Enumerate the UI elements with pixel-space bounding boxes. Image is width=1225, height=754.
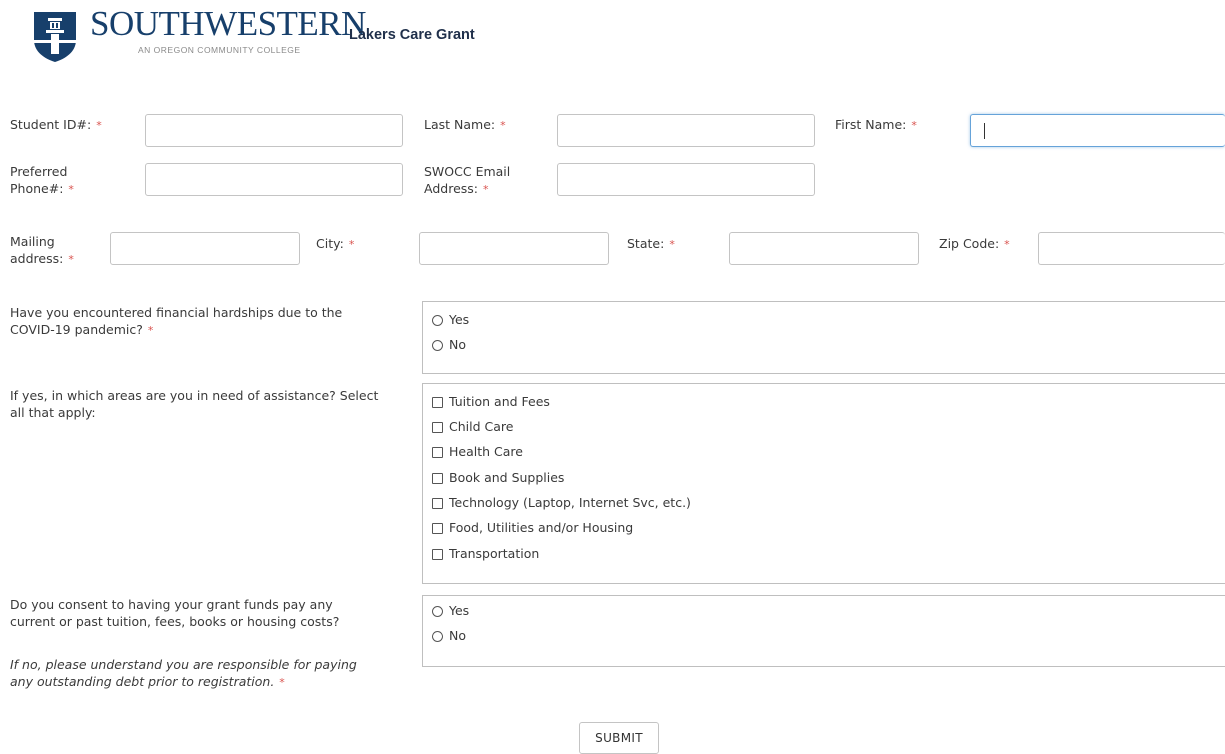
page-title: Lakers Care Grant: [349, 27, 475, 43]
radio-icon[interactable]: [432, 339, 443, 351]
assistance-child-care-checkbox[interactable]: Child Care: [432, 418, 513, 436]
mailing-address-label: Mailing address: *: [10, 234, 74, 266]
assistance-transportation-checkbox[interactable]: Transportation: [432, 545, 539, 563]
last-name-label: Last Name: *: [424, 117, 506, 132]
hardship-yes-radio[interactable]: Yes: [432, 311, 469, 329]
zip-code-input[interactable]: [1038, 232, 1225, 265]
consent-note: If no, please understand you are respons…: [10, 657, 357, 689]
consent-options: Yes No: [422, 595, 1225, 667]
assistance-options: Tuition and Fees Child Care Health Care …: [422, 383, 1225, 584]
consent-yes-radio[interactable]: Yes: [432, 602, 469, 620]
state-label: State: *: [627, 236, 675, 251]
student-id-label: Student ID#: *: [10, 117, 102, 132]
last-name-input[interactable]: [557, 114, 815, 147]
consent-no-radio[interactable]: No: [432, 627, 466, 645]
assistance-question: If yes, in which areas are you in need o…: [10, 388, 379, 420]
hardship-no-radio[interactable]: No: [432, 336, 466, 354]
brand-name: SOUTHWESTERN: [90, 4, 366, 43]
email-input[interactable]: [557, 163, 815, 196]
student-id-input[interactable]: [145, 114, 403, 147]
mailing-address-input[interactable]: [110, 232, 300, 265]
consent-question: Do you consent to having your grant fund…: [10, 597, 340, 629]
email-label: SWOCC Email Address: *: [424, 164, 511, 196]
zip-code-label: Zip Code: *: [939, 236, 1010, 251]
checkbox-icon[interactable]: [432, 522, 443, 534]
radio-icon[interactable]: [432, 314, 443, 326]
checkbox-icon[interactable]: [432, 446, 443, 458]
assistance-housing-checkbox[interactable]: Food, Utilities and/or Housing: [432, 519, 633, 537]
city-input[interactable]: [419, 232, 609, 265]
phone-input[interactable]: [145, 163, 403, 196]
hardship-question: Have you encountered financial hardships…: [10, 305, 343, 337]
first-name-input[interactable]: [970, 114, 1225, 147]
checkbox-icon[interactable]: [432, 396, 443, 408]
lighthouse-shield-icon: [32, 12, 78, 62]
radio-icon[interactable]: [432, 605, 443, 617]
radio-icon[interactable]: [432, 630, 443, 642]
city-label: City: *: [316, 236, 355, 251]
state-input[interactable]: [729, 232, 919, 265]
phone-label: Preferred Phone#: *: [10, 164, 74, 196]
checkbox-icon[interactable]: [432, 472, 443, 484]
assistance-books-checkbox[interactable]: Book and Supplies: [432, 469, 564, 487]
first-name-label: First Name: *: [835, 117, 917, 132]
text-caret: [984, 123, 985, 139]
checkbox-icon[interactable]: [432, 497, 443, 509]
assistance-health-care-checkbox[interactable]: Health Care: [432, 443, 523, 461]
assistance-technology-checkbox[interactable]: Technology (Laptop, Internet Svc, etc.): [432, 494, 691, 512]
checkbox-icon[interactable]: [432, 421, 443, 433]
brand-subtitle: AN OREGON COMMUNITY COLLEGE: [138, 45, 301, 55]
hardship-options: Yes No: [422, 301, 1225, 374]
assistance-tuition-checkbox[interactable]: Tuition and Fees: [432, 393, 550, 411]
submit-button[interactable]: SUBMIT: [579, 722, 659, 754]
checkbox-icon[interactable]: [432, 548, 443, 560]
